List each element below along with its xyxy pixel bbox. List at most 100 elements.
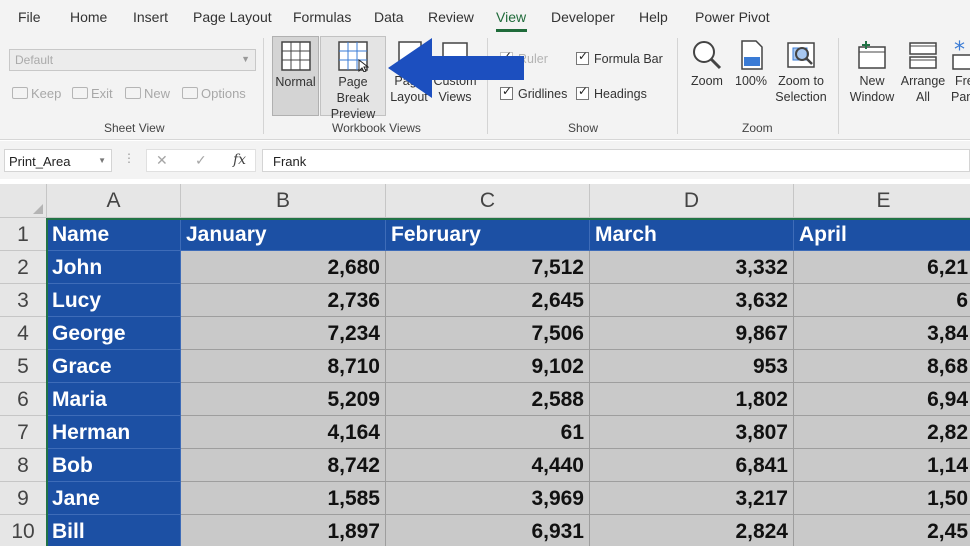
cell-c7[interactable]: 61 — [386, 416, 590, 449]
tab-page-layout[interactable]: Page Layout — [193, 9, 272, 25]
sheet-view-dropdown[interactable]: Default ▼ — [9, 49, 256, 71]
column-header-a[interactable]: A — [47, 184, 181, 218]
cell-c10[interactable]: 6,931 — [386, 515, 590, 546]
cell-a9[interactable]: Jane — [47, 482, 181, 515]
row-header-3[interactable]: 3 — [0, 284, 47, 317]
cell-c9[interactable]: 3,969 — [386, 482, 590, 515]
freeze-panes-button[interactable]: * Free Pan — [949, 36, 970, 116]
cell-e9[interactable]: 1,50 — [794, 482, 970, 515]
tab-developer[interactable]: Developer — [551, 9, 615, 25]
cell-e8[interactable]: 1,14 — [794, 449, 970, 482]
tab-help[interactable]: Help — [639, 9, 668, 25]
row-header-8[interactable]: 8 — [0, 449, 47, 482]
normal-label: Normal — [275, 75, 316, 89]
zoom-100-icon — [741, 40, 763, 70]
cell-c2[interactable]: 7,512 — [386, 251, 590, 284]
tab-review[interactable]: Review — [428, 9, 474, 25]
cell-a1[interactable]: Name — [47, 218, 181, 251]
tab-power-pivot[interactable]: Power Pivot — [695, 9, 770, 25]
row-header-4[interactable]: 4 — [0, 317, 47, 350]
options-button[interactable]: Options — [182, 86, 246, 101]
enter-icon[interactable]: ✓ — [195, 152, 207, 169]
cell-e7[interactable]: 2,82 — [794, 416, 970, 449]
cell-b3[interactable]: 2,736 — [181, 284, 386, 317]
cell-e6[interactable]: 6,94 — [794, 383, 970, 416]
select-all-button[interactable] — [0, 184, 47, 218]
cell-a5[interactable]: Grace — [47, 350, 181, 383]
cell-e10[interactable]: 2,45 — [794, 515, 970, 546]
more-icon[interactable]: ⋮ — [123, 151, 135, 165]
column-header-c[interactable]: C — [386, 184, 590, 218]
cell-a6[interactable]: Maria — [47, 383, 181, 416]
insert-function-icon[interactable]: fx — [233, 152, 246, 168]
cell-a7[interactable]: Herman — [47, 416, 181, 449]
cell-c8[interactable]: 4,440 — [386, 449, 590, 482]
cell-d4[interactable]: 9,867 — [590, 317, 794, 350]
cell-b5[interactable]: 8,710 — [181, 350, 386, 383]
tab-file[interactable]: File — [18, 9, 41, 25]
cell-d2[interactable]: 3,332 — [590, 251, 794, 284]
tab-home[interactable]: Home — [70, 9, 107, 25]
row-header-9[interactable]: 9 — [0, 482, 47, 515]
cell-d8[interactable]: 6,841 — [590, 449, 794, 482]
cell-a8[interactable]: Bob — [47, 449, 181, 482]
zoom-100-button[interactable]: 100% — [731, 36, 771, 116]
keep-button[interactable]: Keep — [12, 86, 61, 101]
cell-d6[interactable]: 1,802 — [590, 383, 794, 416]
cell-e5[interactable]: 8,68 — [794, 350, 970, 383]
normal-view-button[interactable]: Normal — [272, 36, 319, 116]
cell-d7[interactable]: 3,807 — [590, 416, 794, 449]
row-header-1[interactable]: 1 — [0, 218, 47, 251]
cell-d5[interactable]: 953 — [590, 350, 794, 383]
cell-c1[interactable]: February — [386, 218, 590, 251]
tab-formulas[interactable]: Formulas — [293, 9, 351, 25]
row-header-2[interactable]: 2 — [0, 251, 47, 284]
cell-d9[interactable]: 3,217 — [590, 482, 794, 515]
row-header-5[interactable]: 5 — [0, 350, 47, 383]
cell-d10[interactable]: 2,824 — [590, 515, 794, 546]
formula-bar-checkbox[interactable]: Formula Bar — [576, 49, 663, 66]
page-break-preview-button[interactable]: Page Break Preview — [320, 36, 386, 121]
cell-b9[interactable]: 1,585 — [181, 482, 386, 515]
column-header-e[interactable]: E — [794, 184, 970, 218]
cell-b4[interactable]: 7,234 — [181, 317, 386, 350]
column-header-b[interactable]: B — [181, 184, 386, 218]
cell-c6[interactable]: 2,588 — [386, 383, 590, 416]
cell-c3[interactable]: 2,645 — [386, 284, 590, 317]
name-box[interactable]: Print_Area ▼ — [4, 149, 112, 172]
cell-b7[interactable]: 4,164 — [181, 416, 386, 449]
cell-b8[interactable]: 8,742 — [181, 449, 386, 482]
cell-e2[interactable]: 6,21 — [794, 251, 970, 284]
cell-b2[interactable]: 2,680 — [181, 251, 386, 284]
cell-b6[interactable]: 5,209 — [181, 383, 386, 416]
row-header-7[interactable]: 7 — [0, 416, 47, 449]
headings-checkbox[interactable]: Headings — [576, 84, 647, 101]
cell-a3[interactable]: Lucy — [47, 284, 181, 317]
new-window-button[interactable]: New Window — [846, 36, 898, 116]
zoom-to-selection-button[interactable]: Zoom to Selection — [773, 36, 829, 116]
cell-e1[interactable]: April — [794, 218, 970, 251]
cell-d3[interactable]: 3,632 — [590, 284, 794, 317]
tab-insert[interactable]: Insert — [133, 9, 168, 25]
row-header-10[interactable]: 10 — [0, 515, 47, 546]
new-sheet-view-button[interactable]: New — [125, 86, 170, 101]
formula-input[interactable]: Frank — [262, 149, 970, 172]
cell-c5[interactable]: 9,102 — [386, 350, 590, 383]
cell-a2[interactable]: John — [47, 251, 181, 284]
zoom-button[interactable]: Zoom — [686, 36, 728, 116]
cell-b10[interactable]: 1,897 — [181, 515, 386, 546]
row-header-6[interactable]: 6 — [0, 383, 47, 416]
tab-view[interactable]: View — [496, 9, 526, 25]
cancel-icon[interactable]: ✕ — [156, 152, 168, 169]
arrange-all-button[interactable]: Arrange All — [899, 36, 947, 116]
column-header-d[interactable]: D — [590, 184, 794, 218]
cell-a10[interactable]: Bill — [47, 515, 181, 546]
cell-e3[interactable]: 6 — [794, 284, 970, 317]
cell-b1[interactable]: January — [181, 218, 386, 251]
cell-c4[interactable]: 7,506 — [386, 317, 590, 350]
tab-data[interactable]: Data — [374, 9, 404, 25]
cell-d1[interactable]: March — [590, 218, 794, 251]
cell-a4[interactable]: George — [47, 317, 181, 350]
exit-button[interactable]: Exit — [72, 86, 113, 101]
cell-e4[interactable]: 3,84 — [794, 317, 970, 350]
